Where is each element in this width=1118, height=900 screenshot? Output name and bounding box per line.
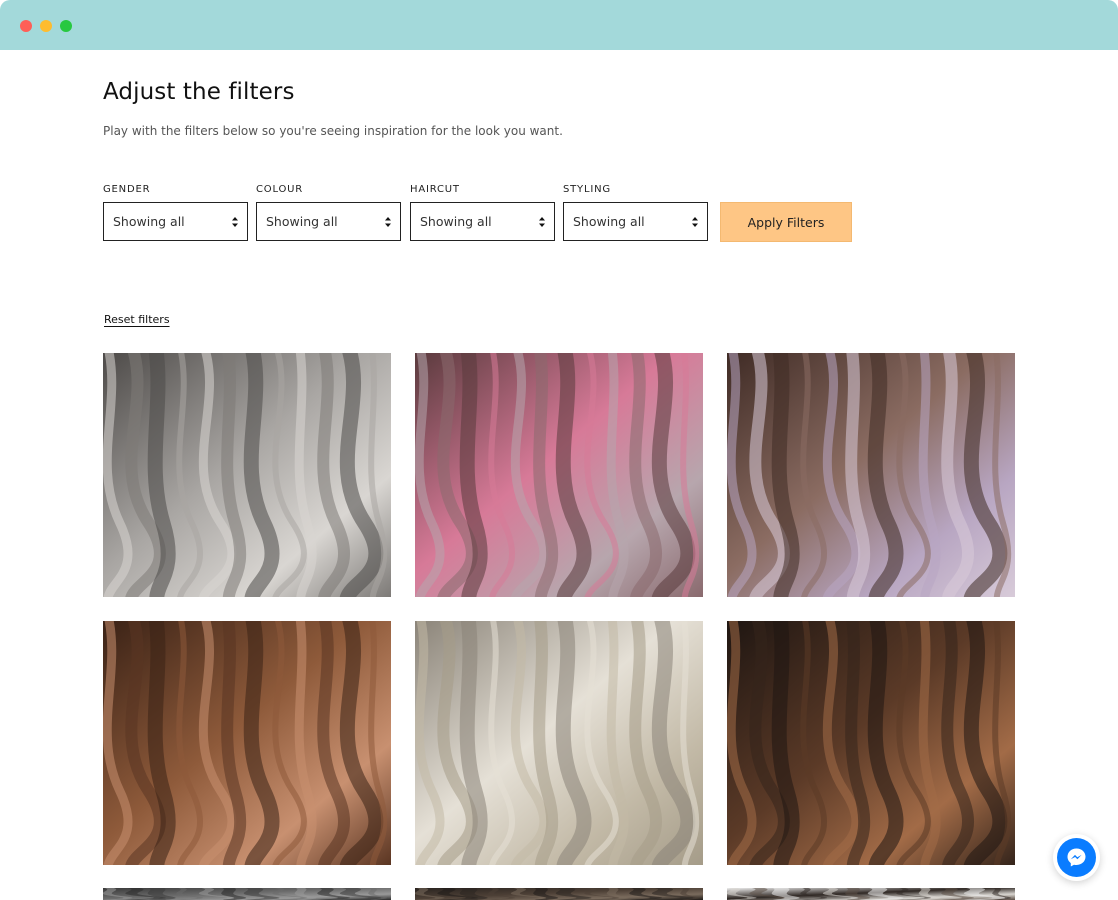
gender-filter-label: GENDER [103,184,151,195]
styling-select-value: Showing all [573,214,645,229]
page-title: Adjust the filters [103,79,295,105]
apply-filters-button[interactable]: Apply Filters [720,202,852,242]
brunette-bob-hair-photo [727,621,1015,865]
maximize-window-dot-icon[interactable] [60,20,72,32]
silver-balayage-hair-photo [103,353,391,597]
blonde-waves-hair-photo [415,621,703,865]
gallery-image-9[interactable] [727,888,1015,900]
hair-photo-row3-3 [727,888,1015,900]
select-arrows-icon [384,215,392,229]
select-arrows-icon [231,215,239,229]
lilac-balayage-bob-photo [727,353,1015,597]
browser-window: Adjust the filters Play with the filters… [0,0,1118,900]
pink-highlights-hair-photo [415,353,703,597]
gallery-image-5[interactable] [415,621,703,865]
colour-select[interactable]: Showing all [256,202,401,241]
select-arrows-icon [538,215,546,229]
haircut-select-value: Showing all [420,214,492,229]
gallery-image-6[interactable] [727,621,1015,865]
gender-select[interactable]: Showing all [103,202,248,241]
hair-photo-row3-2 [415,888,703,900]
page-subtitle: Play with the filters below so you're se… [103,124,563,138]
gallery-image-8[interactable] [415,888,703,900]
colour-select-value: Showing all [266,214,338,229]
hair-photo-row3-1 [103,888,391,900]
select-arrows-icon [691,215,699,229]
haircut-filter-label: HAIRCUT [410,184,460,195]
gallery-image-1[interactable] [103,353,391,597]
gallery-image-2[interactable] [415,353,703,597]
gallery-image-3[interactable] [727,353,1015,597]
messenger-icon [1063,844,1090,871]
colour-filter-label: COLOUR [256,184,304,195]
messenger-chat-button[interactable] [1053,834,1100,881]
copper-waves-hair-photo [103,621,391,865]
minimize-window-dot-icon[interactable] [40,20,52,32]
gallery-image-4[interactable] [103,621,391,865]
haircut-select[interactable]: Showing all [410,202,555,241]
gallery-image-7[interactable] [103,888,391,900]
gender-select-value: Showing all [113,214,185,229]
reset-filters-link[interactable]: Reset filters [104,313,170,326]
styling-select[interactable]: Showing all [563,202,708,241]
window-titlebar [0,0,1118,50]
styling-filter-label: STYLING [563,184,611,195]
close-window-dot-icon[interactable] [20,20,32,32]
